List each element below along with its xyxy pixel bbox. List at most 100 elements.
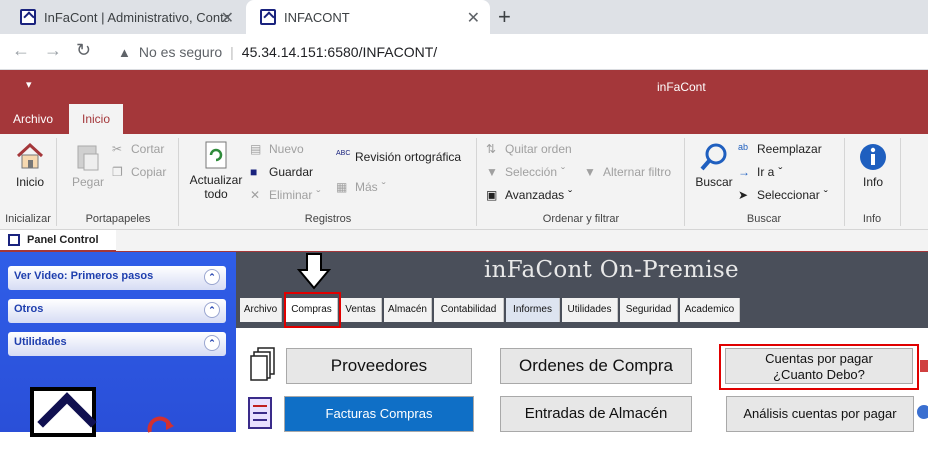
ribbon-tab-inicio[interactable]: Inicio bbox=[69, 104, 124, 134]
exit-icon[interactable] bbox=[146, 414, 176, 434]
accordion-label: Ver Video: Primeros pasos bbox=[14, 270, 154, 282]
pegar-label: Pegar bbox=[71, 175, 105, 189]
group-label-ordenar: Ordenar y filtrar bbox=[542, 213, 620, 225]
banner-title: inFaCont On-Premise bbox=[484, 257, 739, 283]
advanced-filter-icon: ▣ bbox=[486, 188, 498, 202]
seleccion-button[interactable]: ▼ Selección ˇ bbox=[486, 165, 565, 179]
paste-icon bbox=[77, 145, 99, 171]
new-tab-button[interactable]: + bbox=[498, 4, 511, 30]
mas-button[interactable]: ▦ Más ˇ bbox=[336, 180, 386, 194]
ribbon: Inicio Inicializar Pegar ✂ Cortar ❐ Copiar… bbox=[0, 134, 928, 230]
reload-icon[interactable]: ↻ bbox=[76, 40, 91, 61]
guardar-button[interactable]: ■ Guardar bbox=[250, 165, 313, 179]
panel-control-form: inFaCont On-Premise Archivo Compras Vent… bbox=[236, 252, 928, 432]
tab-utilidades[interactable]: Utilidades bbox=[562, 298, 618, 322]
reemplazar-label: Reemplazar bbox=[757, 142, 822, 156]
warning-icon[interactable]: ▲ bbox=[118, 45, 131, 60]
quitar-orden-button[interactable]: ⇅ Quitar orden bbox=[486, 142, 572, 156]
seleccionar-label: Seleccionar bbox=[757, 188, 820, 202]
group-label-inicializar: Inicializar bbox=[5, 213, 51, 225]
address-bar: ← → ↻ ▲ No es seguro | 45.34.14.151:6580… bbox=[0, 34, 928, 70]
documents-icon bbox=[250, 347, 275, 381]
goto-arrow-icon: → bbox=[738, 165, 750, 179]
close-icon[interactable]: ✕ bbox=[221, 8, 234, 28]
info-button[interactable]: Info bbox=[856, 142, 890, 189]
panel-control-tab[interactable]: Panel Control bbox=[0, 230, 116, 252]
proveedores-button[interactable]: Proveedores bbox=[286, 348, 472, 384]
cortar-button[interactable]: ✂ Cortar bbox=[112, 142, 164, 156]
tab-informes[interactable]: Informes bbox=[506, 298, 560, 322]
url-text: 45.34.14.151:6580/INFACONT/ bbox=[241, 44, 438, 60]
tab-academico[interactable]: Academico bbox=[680, 298, 740, 322]
copiar-button[interactable]: ❐ Copiar bbox=[112, 165, 166, 179]
ordenes-de-compra-button[interactable]: Ordenes de Compra bbox=[500, 348, 692, 384]
scissors-icon: ✂ bbox=[112, 142, 123, 156]
copy-icon: ❐ bbox=[112, 165, 123, 179]
ribbon-tab-archivo[interactable]: Archivo bbox=[0, 104, 66, 134]
group-separator bbox=[684, 138, 685, 226]
left-navigation-panel: Ver Video: Primeros pasos ⌃ Otros ⌃ Util… bbox=[0, 252, 236, 437]
group-separator bbox=[844, 138, 845, 226]
quick-access-dropdown-icon[interactable]: ▾ bbox=[26, 78, 32, 91]
revision-ortografica-button[interactable]: ABC Revisión ortográfica bbox=[336, 150, 461, 164]
ir-a-button[interactable]: → Ir aˇ bbox=[738, 165, 782, 179]
replace-icon: ab bbox=[738, 142, 749, 152]
banner: inFaCont On-Premise bbox=[236, 252, 928, 290]
browser-tab-infacont[interactable]: INFACONT ✕ bbox=[246, 0, 490, 34]
panel-control-label: Panel Control bbox=[27, 234, 99, 246]
facturas-compras-button[interactable]: Facturas Compras bbox=[284, 396, 474, 432]
info-label: Info bbox=[862, 175, 883, 189]
home-icon bbox=[16, 142, 44, 169]
browser-tab-title: INFACONT bbox=[284, 9, 350, 25]
filter-selection-icon: ▼ bbox=[486, 165, 498, 179]
buscar-button[interactable]: Buscar bbox=[694, 142, 734, 189]
tab-contabilidad[interactable]: Contabilidad bbox=[434, 298, 504, 322]
pegar-button[interactable]: Pegar bbox=[70, 142, 106, 189]
tab-archivo[interactable]: Archivo bbox=[240, 298, 282, 322]
save-icon: ■ bbox=[250, 165, 258, 179]
actualizar-todo-button[interactable]: Actualizar todo bbox=[186, 140, 246, 201]
infacont-favicon bbox=[260, 9, 276, 25]
sort-clear-icon: ⇅ bbox=[486, 142, 497, 156]
avanzadas-button[interactable]: ▣ Avanzadas ˇ bbox=[486, 188, 572, 202]
collapse-chevron-icon[interactable]: ⌃ bbox=[204, 269, 220, 285]
separator: | bbox=[230, 44, 234, 60]
actualizar-label-2: todo bbox=[204, 187, 228, 201]
reemplazar-button[interactable]: ab Reemplazar bbox=[738, 142, 822, 156]
close-icon[interactable]: ✕ bbox=[467, 8, 480, 28]
infacont-logo bbox=[30, 387, 96, 437]
accordion-ver-video[interactable]: Ver Video: Primeros pasos ⌃ bbox=[8, 266, 226, 290]
alternar-filtro-button[interactable]: ▼ Alternar filtro bbox=[584, 165, 671, 179]
url-field[interactable]: ▲ No es seguro | 45.34.14.151:6580/INFAC… bbox=[104, 38, 928, 66]
nuevo-button[interactable]: ▤ Nuevo bbox=[250, 142, 304, 156]
tab-seguridad[interactable]: Seguridad bbox=[620, 298, 678, 322]
forward-arrow-icon[interactable]: → bbox=[44, 40, 62, 61]
browser-tab-infacont-admin[interactable]: InFaCont | Administrativo, Contab ✕ bbox=[0, 0, 244, 34]
ribbon-tabs: Archivo Inicio bbox=[0, 104, 928, 134]
accordion-utilidades[interactable]: Utilidades ⌃ bbox=[8, 332, 226, 356]
app-title: inFaCont bbox=[657, 80, 706, 94]
group-label-registros: Registros bbox=[304, 213, 352, 225]
refresh-icon bbox=[205, 141, 227, 169]
entradas-de-almacen-button[interactable]: Entradas de Almacén bbox=[500, 396, 692, 432]
browser-tab-title: InFaCont | Administrativo, Contab bbox=[44, 9, 229, 25]
tab-almacen[interactable]: Almacén bbox=[384, 298, 432, 322]
security-label: No es seguro bbox=[138, 44, 223, 60]
inicio-button[interactable]: Inicio bbox=[8, 140, 52, 189]
eliminar-button[interactable]: ✕ Eliminar ˇ bbox=[250, 188, 320, 202]
seleccionar-button[interactable]: ➤ Seleccionar ˇ bbox=[738, 188, 828, 202]
avanzadas-label: Avanzadas bbox=[505, 188, 565, 202]
group-label-info: Info bbox=[862, 213, 882, 225]
analisis-cuentas-por-pagar-button[interactable]: Análisis cuentas por pagar bbox=[726, 396, 914, 432]
quitar-label: Quitar orden bbox=[505, 142, 572, 156]
group-separator bbox=[56, 138, 57, 226]
delete-icon: ✕ bbox=[250, 188, 261, 202]
more-icon: ▦ bbox=[336, 180, 348, 194]
back-arrow-icon[interactable]: ← bbox=[12, 40, 30, 61]
browser-tabstrip: InFaCont | Administrativo, Contab ✕ INFA… bbox=[0, 0, 928, 34]
accordion-otros[interactable]: Otros ⌃ bbox=[8, 299, 226, 323]
collapse-chevron-icon[interactable]: ⌃ bbox=[204, 335, 220, 351]
collapse-chevron-icon[interactable]: ⌃ bbox=[204, 302, 220, 318]
tab-ventas[interactable]: Ventas bbox=[340, 298, 382, 322]
ira-label: Ir a bbox=[757, 165, 775, 179]
